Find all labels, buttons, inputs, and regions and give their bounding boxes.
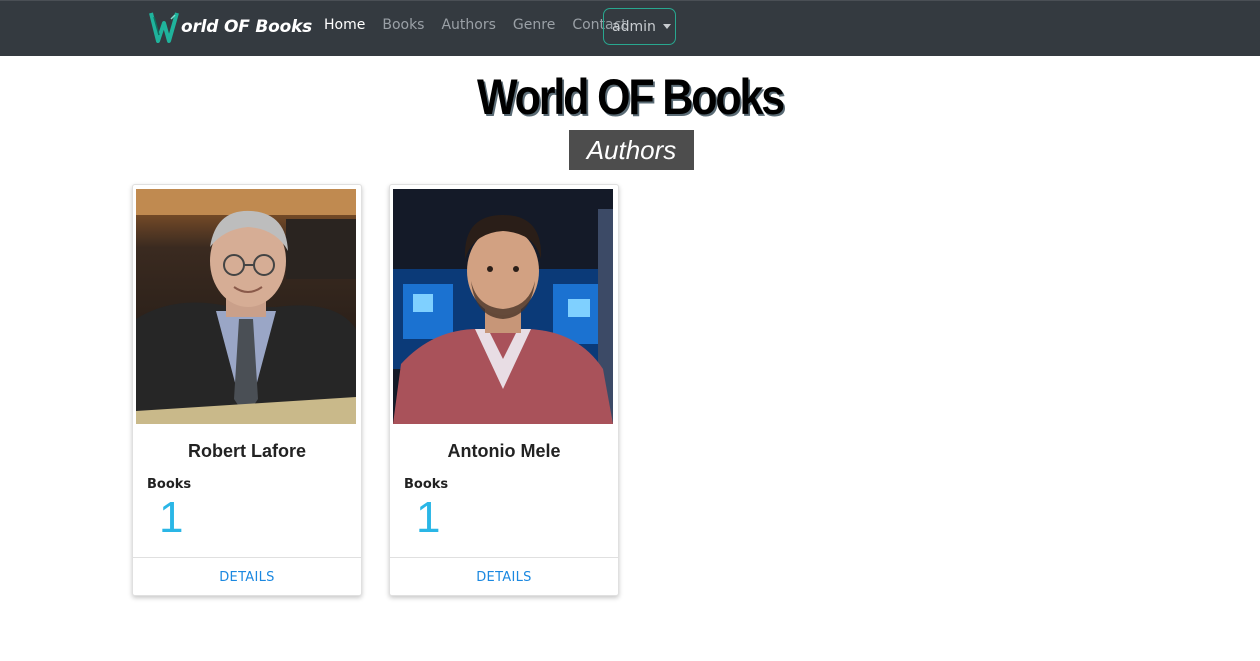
books-label: Books (404, 477, 449, 492)
nav-books[interactable]: Books (382, 17, 424, 33)
books-label: Books (147, 477, 192, 492)
nav-genre[interactable]: Genre (513, 17, 555, 33)
books-count: 1 (416, 493, 441, 542)
author-name: Robert Lafore (187, 441, 306, 461)
nav-home[interactable]: Home (324, 17, 365, 33)
page-title: World OF Books (477, 69, 785, 125)
chevron-down-icon (662, 24, 671, 29)
author-photo (136, 189, 356, 424)
details-button[interactable]: DETAILS (390, 570, 618, 585)
author-card: Robert Lafore Books 1 DETAILS (132, 184, 362, 596)
books-count: 1 (159, 493, 184, 542)
top-navbar: orld OF Books Home Books Authors Genre C… (0, 0, 1260, 56)
nav-links: Home Books Authors Genre Contact (324, 17, 644, 33)
user-menu-label: admin (612, 18, 656, 35)
brand-w-icon (149, 12, 179, 43)
author-card: Antonio Mele Books 1 DETAILS (389, 184, 619, 596)
author-name: Antonio Mele (447, 441, 561, 461)
nav-authors[interactable]: Authors (441, 17, 495, 33)
brand-logo-link[interactable]: orld OF Books (149, 9, 312, 45)
user-menu-dropdown[interactable]: admin (603, 8, 676, 45)
card-divider (390, 557, 618, 558)
section-heading: Authors (569, 130, 694, 170)
details-button[interactable]: DETAILS (133, 570, 361, 585)
brand-text: orld OF Books (181, 17, 313, 37)
card-divider (133, 557, 361, 558)
author-photo (393, 189, 613, 424)
